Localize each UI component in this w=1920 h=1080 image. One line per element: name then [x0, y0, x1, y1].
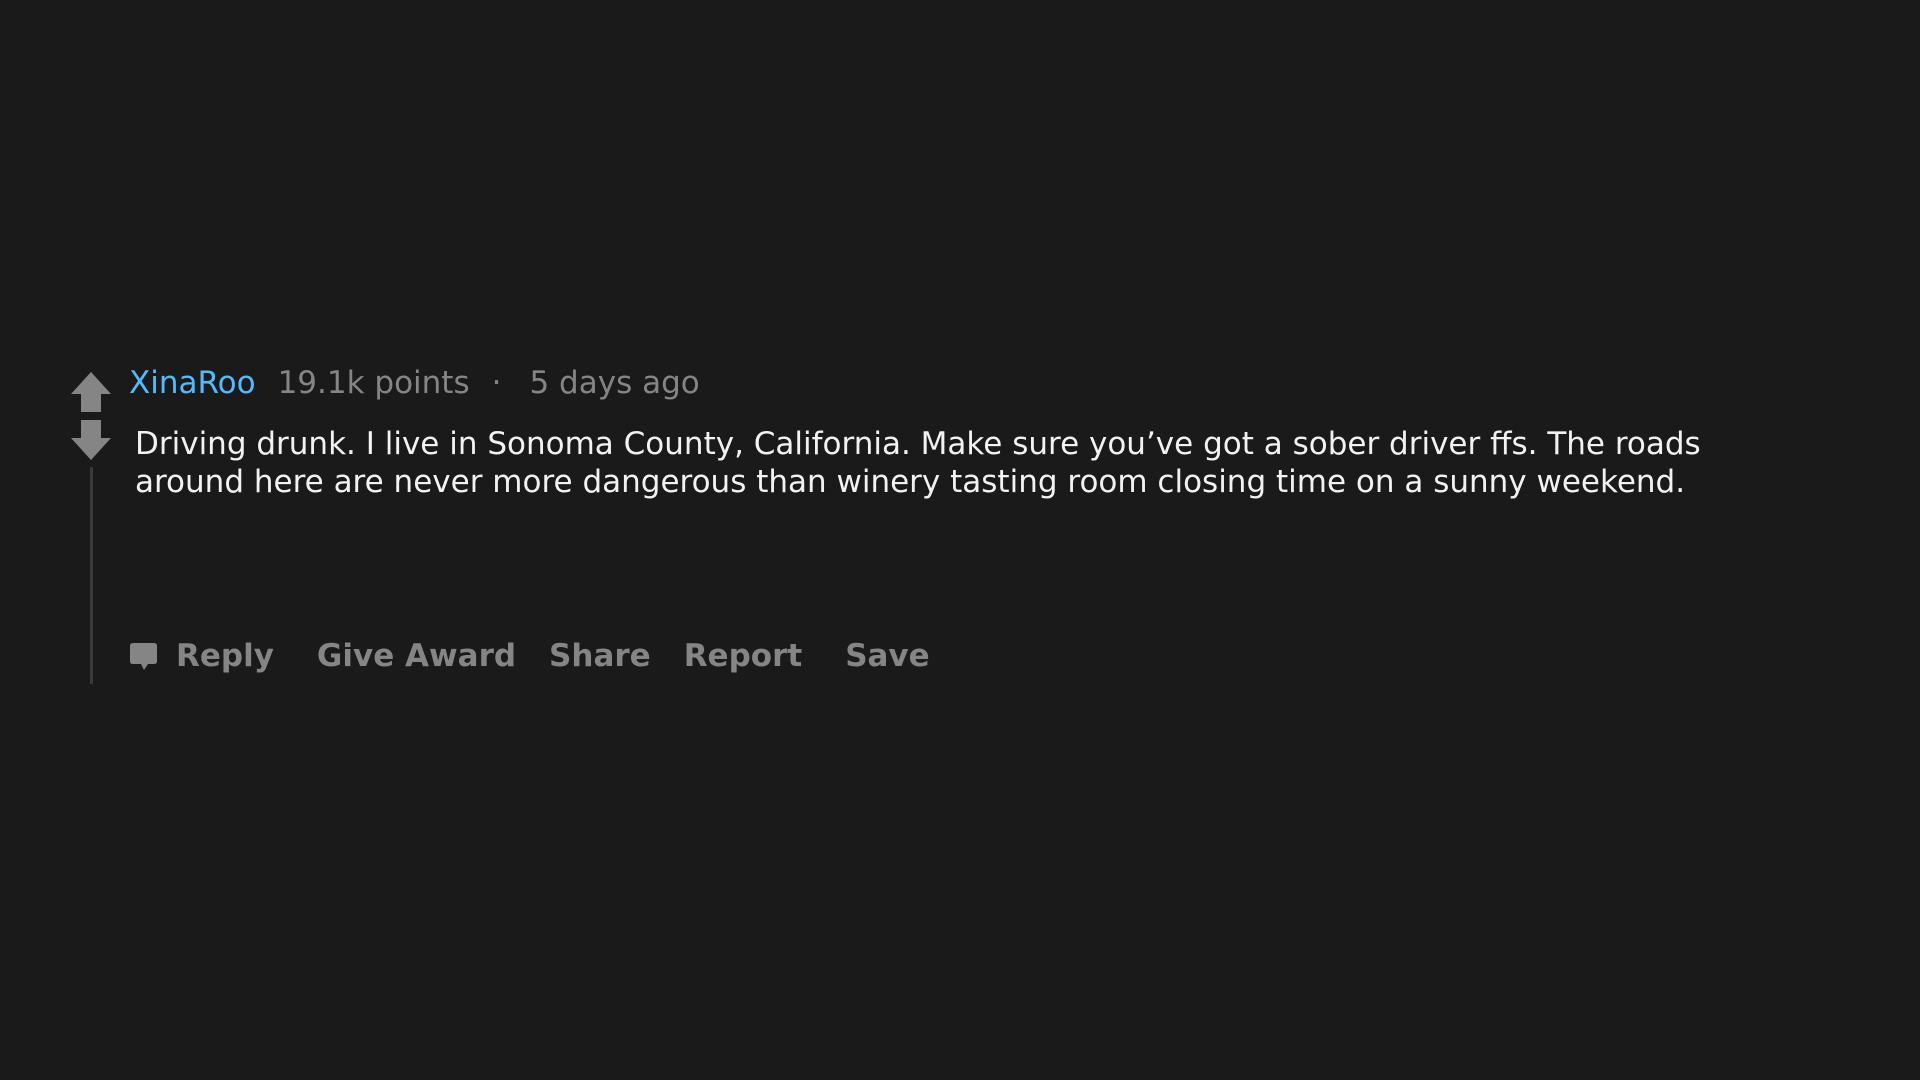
comment-actions: Reply Give Award Share Report Save [129, 636, 930, 676]
report-button[interactable]: Report [684, 638, 803, 674]
share-button[interactable]: Share [549, 638, 651, 674]
arrow-down-icon [71, 420, 111, 460]
author-link[interactable]: XinaRoo [129, 365, 256, 401]
downvote-button[interactable] [70, 420, 112, 462]
give-award-button[interactable]: Give Award [317, 638, 516, 674]
thread-collapse-line[interactable] [90, 467, 93, 684]
points-count: 19.1k points [277, 365, 470, 401]
meta-separator: · [491, 365, 502, 401]
comment-age: 5 days ago [529, 365, 700, 401]
comment-bubble-icon [129, 641, 158, 671]
upvote-button[interactable] [70, 370, 112, 412]
reply-button[interactable]: Reply [129, 638, 274, 674]
comment-meta: XinaRoo 19.1k points · 5 days ago [129, 361, 700, 405]
comment: XinaRoo 19.1k points · 5 days ago Drivin… [0, 0, 1920, 1080]
arrow-up-icon [71, 372, 111, 412]
reply-label: Reply [176, 638, 274, 674]
save-button[interactable]: Save [845, 638, 929, 674]
comment-body: Driving drunk. I live in Sonoma County, … [135, 426, 1701, 500]
